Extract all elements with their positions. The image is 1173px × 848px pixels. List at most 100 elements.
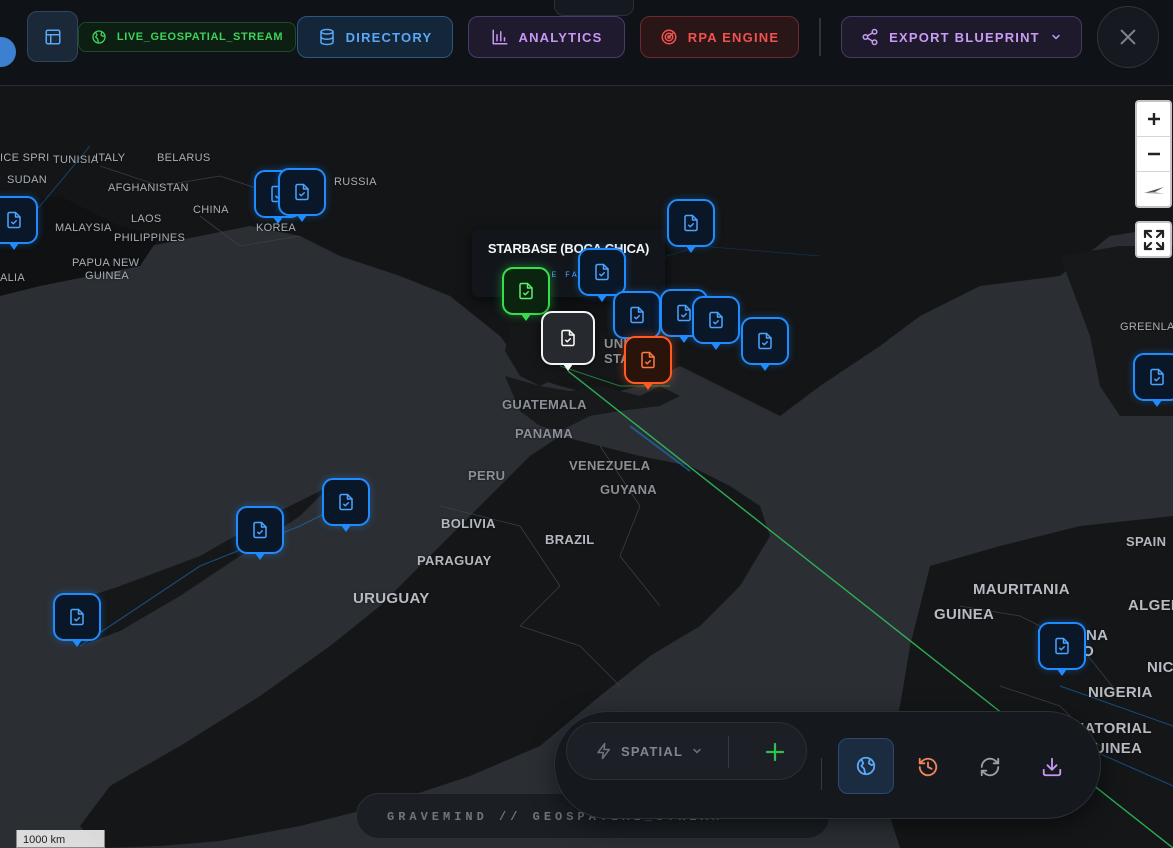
plus-icon [1147, 113, 1160, 125]
map-label: NIC [1147, 659, 1173, 676]
fullscreen-button[interactable] [1135, 221, 1172, 258]
file-check-icon [70, 608, 84, 626]
map-label: CHINA [193, 204, 229, 216]
file-check-icon [677, 304, 691, 322]
rpa-engine-label: RPA ENGINE [687, 29, 780, 45]
reset-bearing-button[interactable] [1137, 172, 1170, 206]
layout-icon [45, 29, 60, 44]
map-label: BRAZIL [545, 532, 595, 547]
map-label: RUSSIA [334, 176, 377, 188]
file-check-icon [1055, 637, 1069, 655]
analytics-label: ANALYTICS [518, 29, 603, 45]
site-marker-selected[interactable] [541, 311, 595, 371]
map-toolbar: SPATIAL [554, 711, 1101, 819]
download-button[interactable] [1024, 739, 1080, 795]
spatial-mode-label: SPATIAL [621, 743, 684, 759]
site-marker[interactable] [667, 199, 715, 253]
map-label: GUINEA [934, 606, 995, 623]
site-marker[interactable] [613, 291, 661, 345]
file-check-icon [7, 211, 21, 229]
refresh-button[interactable] [962, 739, 1018, 795]
layout-button[interactable] [27, 11, 78, 62]
globe-icon [92, 30, 106, 44]
directory-label: DIRECTORY [345, 29, 433, 45]
plus-icon [765, 742, 785, 762]
toolbar-separator [821, 758, 822, 790]
site-marker[interactable] [0, 196, 38, 250]
history-icon [918, 757, 938, 777]
map-label: GREENLA [1120, 321, 1173, 333]
map-label: VENEZUELA [569, 458, 651, 473]
history-button[interactable] [900, 739, 956, 795]
site-marker[interactable] [322, 478, 370, 532]
map-label: BELARUS [157, 152, 211, 164]
live-stream-badge: LIVE_GEOSPATIAL_STREAM [78, 22, 296, 52]
zoom-out-button[interactable] [1137, 137, 1170, 172]
map-label: PANAMA [515, 426, 573, 441]
file-check-icon [630, 306, 644, 324]
site-marker-active[interactable] [502, 267, 550, 321]
globe-view-button[interactable] [838, 738, 894, 794]
map-label: AFGHANISTAN [108, 182, 189, 194]
map-label: PAPUA NEW [72, 257, 140, 269]
top-header: LIVE_GEOSPATIAL_STREAM DIRECTORY ANALYTI… [0, 0, 1173, 86]
radar-icon [661, 29, 677, 45]
export-blueprint-button[interactable]: EXPORT BLUEPRINT [841, 16, 1082, 58]
globe-icon [856, 756, 876, 776]
refresh-icon [980, 757, 1000, 777]
map-label: MALAYSIA [55, 222, 112, 234]
map-label: GUATEMALA [502, 397, 587, 412]
zoom-in-button[interactable] [1137, 102, 1170, 137]
file-check-icon [684, 214, 698, 232]
site-marker[interactable] [578, 248, 626, 302]
file-check-icon [561, 329, 575, 347]
mode-group: SPATIAL [566, 722, 807, 780]
download-icon [1042, 757, 1062, 777]
site-marker[interactable] [692, 296, 740, 350]
toolbar-separator [728, 736, 729, 768]
map-label: GUINEA [85, 270, 129, 282]
file-check-icon [1150, 368, 1164, 386]
map-label: MAURITANIA [973, 581, 1070, 598]
tooltip-subtitle: E FAC [551, 271, 586, 280]
map-label: PHILIPPINES [114, 232, 186, 244]
chevron-down-icon [1052, 34, 1060, 40]
map-label: LAOS [131, 213, 162, 225]
map-label: ALGER [1128, 597, 1173, 614]
file-check-icon [295, 183, 309, 201]
bar-chart-icon [492, 29, 507, 45]
database-icon [319, 28, 334, 46]
tooltip-title: STARBASE (BOCA CHICA) [487, 241, 650, 256]
site-marker-alert[interactable] [624, 336, 672, 390]
site-marker[interactable] [741, 317, 789, 371]
site-marker[interactable] [1038, 622, 1086, 676]
map-label: PARAGUAY [417, 553, 492, 568]
map-label: SPAIN [1126, 534, 1167, 549]
add-button[interactable] [760, 737, 790, 767]
file-check-icon [339, 493, 353, 511]
rpa-engine-button[interactable]: RPA ENGINE [640, 16, 799, 58]
spatial-mode-select[interactable]: SPATIAL [595, 742, 703, 760]
close-icon [1120, 29, 1136, 45]
file-check-icon [641, 351, 655, 369]
site-marker[interactable] [278, 168, 326, 222]
site-tooltip: STARBASE (BOCA CHICA) E FAC [472, 229, 665, 297]
site-marker[interactable] [53, 593, 101, 647]
compass-icon [1143, 186, 1164, 194]
directory-button[interactable]: DIRECTORY [297, 16, 453, 58]
live-stream-label: LIVE_GEOSPATIAL_STREAM [116, 31, 284, 43]
map-label: ALIA [0, 272, 26, 284]
top-handle[interactable] [554, 0, 634, 16]
map-label: ITALY [95, 152, 126, 164]
map-label: URUGUAY [353, 590, 430, 607]
sidebar-toggle[interactable] [0, 37, 16, 67]
close-button[interactable] [1097, 6, 1159, 68]
map-label: BOLIVIA [441, 516, 496, 531]
analytics-button[interactable]: ANALYTICS [468, 16, 625, 58]
file-check-icon [709, 311, 723, 329]
site-marker[interactable] [236, 506, 284, 560]
fullscreen-icon [1143, 229, 1164, 250]
chevron-down-icon [693, 748, 701, 754]
map-label: PERU [468, 468, 506, 483]
site-marker[interactable] [1133, 353, 1173, 407]
